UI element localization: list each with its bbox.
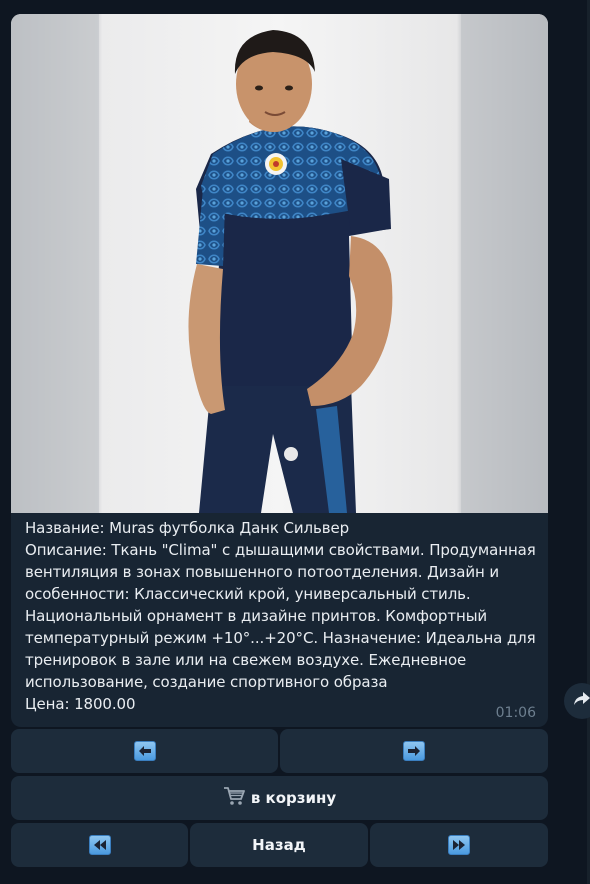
left-arrow-icon — [133, 741, 156, 761]
next-product-button[interactable] — [280, 729, 548, 773]
product-caption: Название: Muras футболка Данк Сильвер Оп… — [25, 517, 540, 715]
fast-forward-icon — [448, 835, 470, 855]
add-to-cart-label: в корзину — [250, 789, 337, 807]
rewind-icon — [88, 835, 111, 855]
product-title: Название: Muras футболка Данк Сильвер — [25, 519, 350, 537]
message-time: 01:06 — [495, 705, 536, 721]
product-message: Название: Muras футболка Данк Сильвер Оп… — [11, 14, 548, 727]
prev-product-button[interactable] — [11, 729, 278, 773]
first-product-button[interactable] — [11, 823, 188, 867]
product-price: Цена: 1800.00 — [25, 695, 136, 713]
last-product-button[interactable] — [370, 823, 548, 867]
product-photo-image — [11, 14, 548, 513]
add-to-cart-button[interactable]: в корзину — [11, 776, 548, 820]
back-button[interactable]: Назад — [190, 823, 368, 867]
share-arrow-icon — [573, 691, 590, 711]
product-photo[interactable] — [11, 14, 548, 513]
product-description: Описание: Ткань "Clima" с дышащими свойс… — [25, 541, 536, 691]
shopping-cart-icon — [223, 786, 245, 810]
right-arrow-icon — [403, 741, 425, 761]
back-button-label: Назад — [252, 836, 306, 854]
